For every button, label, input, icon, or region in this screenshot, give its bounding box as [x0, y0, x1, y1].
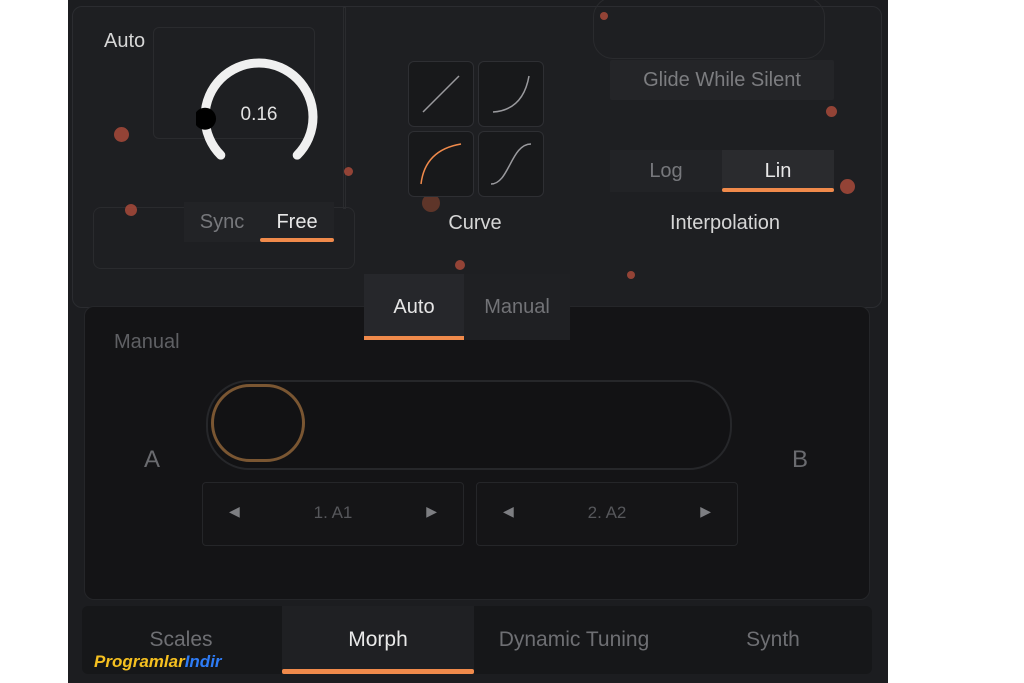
- preset-b-selector: ◀ 2. A2 ▶: [476, 482, 738, 546]
- decor-dot: [344, 167, 353, 176]
- lin-option[interactable]: Lin: [722, 150, 834, 192]
- log-option[interactable]: Log: [610, 150, 722, 192]
- s-curve-icon: [490, 143, 532, 185]
- curve-linear-button[interactable]: [408, 61, 474, 127]
- glide-while-silent-button[interactable]: Glide While Silent: [610, 60, 834, 100]
- morph-slider-thumb[interactable]: [211, 384, 305, 462]
- label-b: B: [792, 446, 809, 473]
- tab-synth[interactable]: Synth: [674, 606, 872, 674]
- tab-auto[interactable]: Auto: [364, 274, 464, 340]
- exponential-curve-icon: [492, 75, 530, 113]
- sync-option[interactable]: Sync: [184, 202, 260, 242]
- manual-title: Manual: [114, 331, 180, 353]
- circuit-trace: [593, 0, 825, 59]
- decor-dot: [125, 204, 137, 216]
- watermark-part1: Programlar: [94, 652, 185, 671]
- mode-tabs: Auto Manual: [364, 274, 570, 340]
- watermark-part2: Indir: [184, 652, 222, 671]
- watermark: ProgramlarIndir: [94, 652, 222, 672]
- label-a: A: [144, 446, 161, 473]
- curve-logarithmic-button[interactable]: [408, 131, 474, 197]
- circuit-trace: [343, 7, 346, 209]
- curve-label: Curve: [448, 212, 502, 234]
- tab-morph[interactable]: Morph: [282, 606, 474, 674]
- logarithmic-curve-icon: [420, 143, 462, 185]
- preset-a-next-icon[interactable]: ▶: [426, 503, 437, 520]
- rate-knob[interactable]: 0.16: [194, 54, 322, 180]
- decor-dot: [600, 12, 608, 20]
- preset-a-selector: ◀ 1. A1 ▶: [202, 482, 464, 546]
- curve-s-button[interactable]: [478, 131, 544, 197]
- curve-exponential-button[interactable]: [478, 61, 544, 127]
- preset-b-next-icon[interactable]: ▶: [700, 503, 711, 520]
- morph-slider[interactable]: [206, 380, 732, 470]
- decor-dot: [114, 127, 129, 142]
- interpolation-label: Interpolation: [669, 212, 781, 234]
- preset-b-name: 2. A2: [587, 503, 627, 522]
- decor-dot: [840, 179, 855, 194]
- preset-a-name: 1. A1: [313, 503, 353, 522]
- tab-dynamic-tuning[interactable]: Dynamic Tuning: [474, 606, 674, 674]
- linear-curve-icon: [422, 75, 460, 113]
- decor-dot: [627, 271, 635, 279]
- decor-dot: [455, 260, 465, 270]
- free-option[interactable]: Free: [260, 202, 334, 242]
- morph-plugin-panel: Auto 0.16 Sync Free Curve Glide While Si…: [68, 0, 888, 683]
- interpolation-toggle: Log Lin: [610, 150, 834, 192]
- decor-dot: [826, 106, 837, 117]
- tab-manual[interactable]: Manual: [464, 274, 570, 340]
- knob-value: 0.16: [240, 104, 278, 125]
- auto-title: Auto: [104, 30, 146, 52]
- sync-free-toggle: Sync Free: [184, 202, 334, 242]
